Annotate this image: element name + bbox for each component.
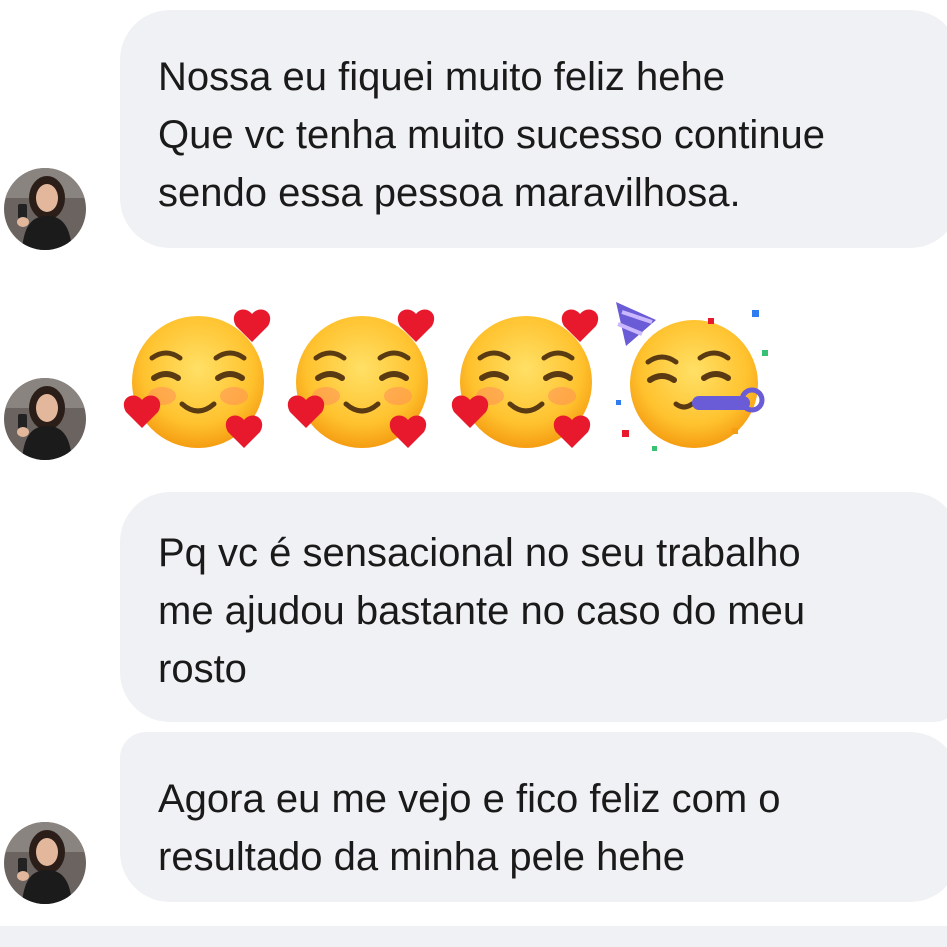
next-message-bubble-edge (0, 926, 947, 947)
avatar[interactable] (4, 378, 86, 460)
emoji-message (120, 300, 780, 460)
smiling-face-with-hearts-icon (120, 300, 280, 460)
message-text-line: Nossa eu fiquei muito feliz hehe (158, 55, 725, 99)
message-bubble: Nossa eu fiquei muito feliz hehe Que vc … (120, 10, 947, 248)
avatar[interactable] (4, 168, 86, 250)
smiling-face-with-hearts-icon (284, 300, 444, 460)
partying-face-icon (612, 300, 772, 460)
message-text-line: Pq vc é sensacional no seu trabalho (158, 531, 801, 575)
message-text-line: Que vc tenha muito sucesso continue (158, 113, 826, 157)
message-text-line: sendo essa pessoa maravilhosa. (158, 171, 741, 215)
message-text-line: resultado da minha pele hehe (158, 835, 686, 879)
message-text-line: rosto (158, 647, 247, 691)
message-text-line: me ajudou bastante no caso do meu (158, 589, 806, 633)
avatar[interactable] (4, 822, 86, 904)
message-bubble: Pq vc é sensacional no seu trabalho me a… (120, 492, 947, 722)
smiling-face-with-hearts-icon (448, 300, 608, 460)
message-text-line: Agora eu me vejo e fico feliz com o (158, 777, 781, 821)
message-bubble: Agora eu me vejo e fico feliz com o resu… (120, 732, 947, 902)
